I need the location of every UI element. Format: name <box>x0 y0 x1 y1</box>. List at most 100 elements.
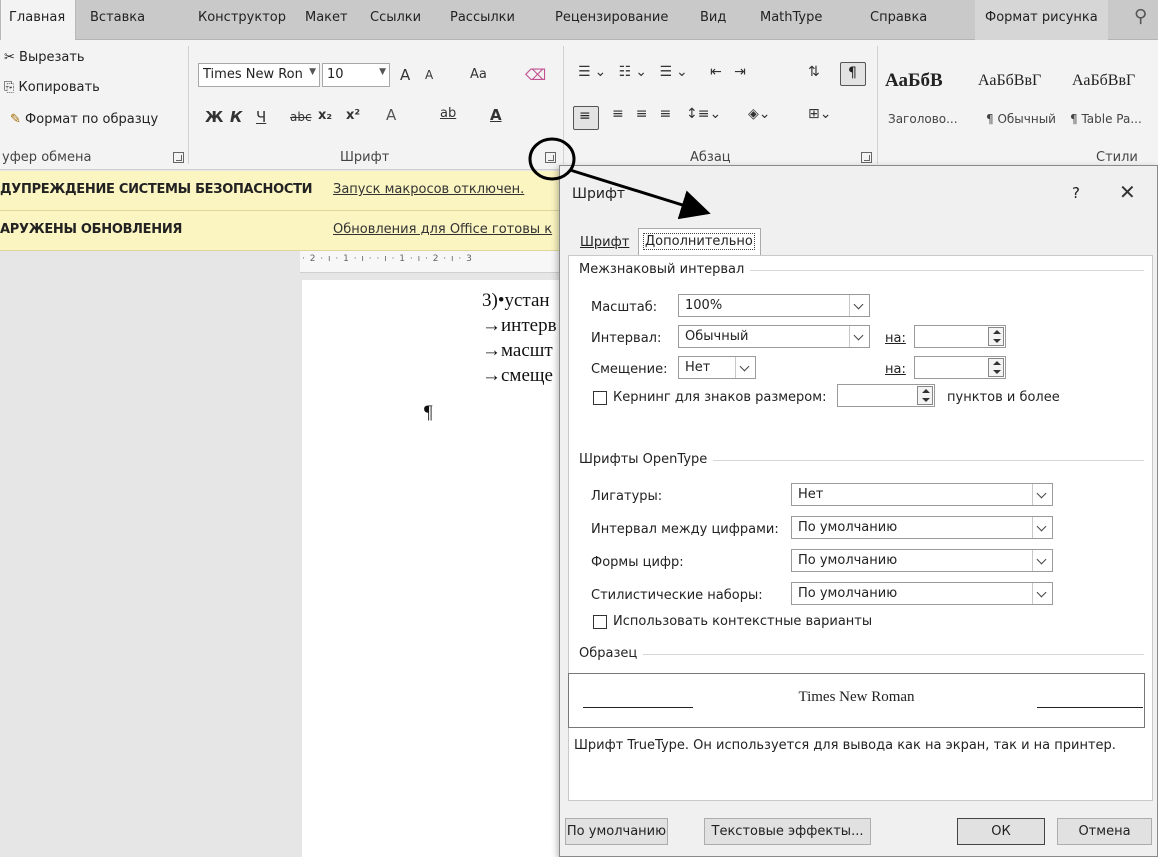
document-page[interactable]: 3)•устан →интерв →масшт →смеще ¶ <box>302 280 560 857</box>
spinner-arrows-icon[interactable] <box>988 358 1004 377</box>
updates-link[interactable]: Обновления для Office готовы к <box>333 222 552 237</box>
offset-select[interactable]: Нет <box>678 356 756 379</box>
tab-layout[interactable]: Макет <box>305 10 348 25</box>
document-line: →масшт <box>482 340 553 361</box>
security-warning-bar: ДУПРЕЖДЕНИЕ СИСТЕМЫ БЕЗОПАСНОСТИ Запуск … <box>0 171 560 211</box>
strikethrough-button[interactable]: abc <box>290 110 312 124</box>
scale-select[interactable]: 100% <box>678 294 870 317</box>
spacing-section-label: Межзнаковый интервал <box>579 262 751 277</box>
grow-font-button[interactable]: A <box>400 66 410 84</box>
text-effects-button[interactable]: A <box>386 106 396 124</box>
tab-insert[interactable]: Вставка <box>90 10 145 25</box>
bold-button[interactable]: Ж <box>205 108 223 126</box>
contextual-alternates-label: Использовать контекстные варианты <box>613 614 873 629</box>
horizontal-ruler: · 2 · ı · 1 · ı · · ı · 1 · ı · 2 · ı · … <box>300 251 560 273</box>
cancel-button[interactable]: Отмена <box>1057 818 1152 845</box>
style-heading-sample[interactable]: АаБбВ <box>885 70 943 92</box>
tab-font-label: Шрифт <box>580 235 630 250</box>
paragraph-launcher-icon[interactable] <box>861 152 872 163</box>
align-left-button[interactable]: ≡ <box>573 106 599 130</box>
truetype-note: Шрифт TrueType. Он используется для выво… <box>574 738 1116 753</box>
shrink-font-button[interactable]: A <box>425 68 433 82</box>
ligatures-value: Нет <box>798 487 824 502</box>
format-painter-label: Формат по образцу <box>25 112 159 127</box>
number-spacing-label: Интервал между цифрами: <box>591 522 779 537</box>
ligatures-select[interactable]: Нет <box>791 483 1053 506</box>
font-color-button[interactable]: A <box>490 106 502 124</box>
alignment-icons[interactable]: ≡≡≡ <box>612 106 683 122</box>
font-size-combo[interactable]: 10 ▼ <box>322 63 390 87</box>
tab-font[interactable]: Шрифт <box>580 235 629 250</box>
ok-button[interactable]: ОК <box>957 818 1045 845</box>
interval-amount-spinner[interactable] <box>914 325 1006 348</box>
format-painter-button[interactable]: ✎ Формат по образцу <box>10 112 158 127</box>
style-normal-sample[interactable]: АаБбВвГ <box>978 72 1041 90</box>
tab-references[interactable]: Ссылки <box>370 10 421 25</box>
text-effects-button[interactable]: Текстовые эффекты... <box>704 818 871 845</box>
preview-text: Times New Roman <box>798 689 915 705</box>
align-left-icon: ≡ <box>579 108 591 124</box>
number-forms-select[interactable]: По умолчанию <box>791 549 1053 572</box>
tab-mathtype[interactable]: MathType <box>760 10 822 25</box>
copy-button[interactable]: ⎘ Копировать <box>4 80 100 95</box>
subscript-button[interactable]: x₂ <box>318 108 332 123</box>
sort-icon[interactable]: ⇅ <box>808 64 820 80</box>
change-case-button[interactable]: Aa <box>470 67 487 82</box>
font-name-combo[interactable]: Times New Ron ▼ <box>198 63 320 87</box>
interval-select[interactable]: Обычный <box>678 325 870 348</box>
style-table-sample[interactable]: АаБбВвГ <box>1072 72 1135 90</box>
clear-format-icon[interactable]: ⌫ <box>525 66 546 84</box>
offset-amount-spinner[interactable] <box>914 356 1006 379</box>
tab-help[interactable]: Справка <box>870 10 927 25</box>
number-forms-label: Формы цифр: <box>591 555 684 570</box>
spinner-arrows-icon[interactable] <box>917 386 933 405</box>
close-button[interactable]: ✕ <box>1119 180 1136 204</box>
clipboard-launcher-icon[interactable] <box>173 152 184 163</box>
stylistic-sets-select[interactable]: По умолчанию <box>791 582 1053 605</box>
font-dialog: Шрифт ? ✕ Шрифт Дополнительно Межзнаковы… <box>559 165 1158 857</box>
kerning-checkbox[interactable] <box>593 391 607 405</box>
chevron-down-icon <box>1032 484 1052 505</box>
highlight-button[interactable]: ab <box>440 106 456 121</box>
macros-disabled-link[interactable]: Запуск макросов отключен. <box>333 182 524 197</box>
stylistic-sets-label: Стилистические наборы: <box>591 588 763 603</box>
line-spacing-icon[interactable]: ↕≡⌄ <box>686 106 721 122</box>
underline-button[interactable]: Ч <box>256 108 266 126</box>
list-buttons-icon[interactable]: ☰⌄ ☷⌄ ☰⌄ <box>578 64 692 80</box>
style-normal-name: ¶ Обычный <box>986 112 1056 126</box>
show-marks-button[interactable]: ¶ <box>840 62 866 86</box>
contextual-alternates-checkbox[interactable] <box>593 615 607 629</box>
set-default-button[interactable]: По умолчанию <box>565 818 668 845</box>
spinner-arrows-icon[interactable] <box>988 327 1004 346</box>
opentype-section-label: Шрифты OpenType <box>579 452 714 467</box>
cut-label: Вырезать <box>19 50 85 65</box>
indent-buttons-icon[interactable]: ⇤ ⇥ <box>710 64 750 80</box>
updates-title: АРУЖЕНЫ ОБНОВЛЕНИЯ <box>0 222 183 237</box>
kerning-size-spinner[interactable] <box>837 384 935 407</box>
tab-view[interactable]: Вид <box>700 10 726 25</box>
tab-review[interactable]: Рецензирование <box>555 10 668 25</box>
shading-icon[interactable]: ◈⌄ <box>748 106 771 122</box>
font-name-value: Times New Ron <box>203 67 303 82</box>
help-button[interactable]: ? <box>1072 184 1080 202</box>
security-warning-title: ДУПРЕЖДЕНИЕ СИСТЕМЫ БЕЗОПАСНОСТИ <box>0 182 313 197</box>
borders-icon[interactable]: ⊞⌄ <box>808 106 831 122</box>
preview-baseline-left <box>583 707 693 708</box>
tab-advanced[interactable]: Дополнительно <box>638 228 761 256</box>
tab-mailings[interactable]: Рассылки <box>450 10 515 25</box>
tab-picture-format[interactable]: Формат рисунка <box>975 0 1108 40</box>
tab-design[interactable]: Конструктор <box>198 10 286 25</box>
italic-button[interactable]: К <box>230 108 242 126</box>
cut-button[interactable]: ✂ Вырезать <box>4 50 85 65</box>
superscript-button[interactable]: x² <box>346 108 360 123</box>
number-spacing-select[interactable]: По умолчанию <box>791 516 1053 539</box>
lightbulb-icon[interactable]: ⚲ <box>1134 6 1147 27</box>
chevron-down-icon: ▼ <box>379 67 386 77</box>
group-separator <box>188 46 189 164</box>
copy-icon: ⎘ <box>4 80 15 95</box>
font-dialog-launcher-icon[interactable] <box>545 152 556 163</box>
document-line: →интерв <box>482 315 557 336</box>
font-size-value: 10 <box>327 67 344 82</box>
tab-home[interactable]: Главная <box>0 0 77 40</box>
paragraph-group-label: Абзац <box>690 150 731 165</box>
